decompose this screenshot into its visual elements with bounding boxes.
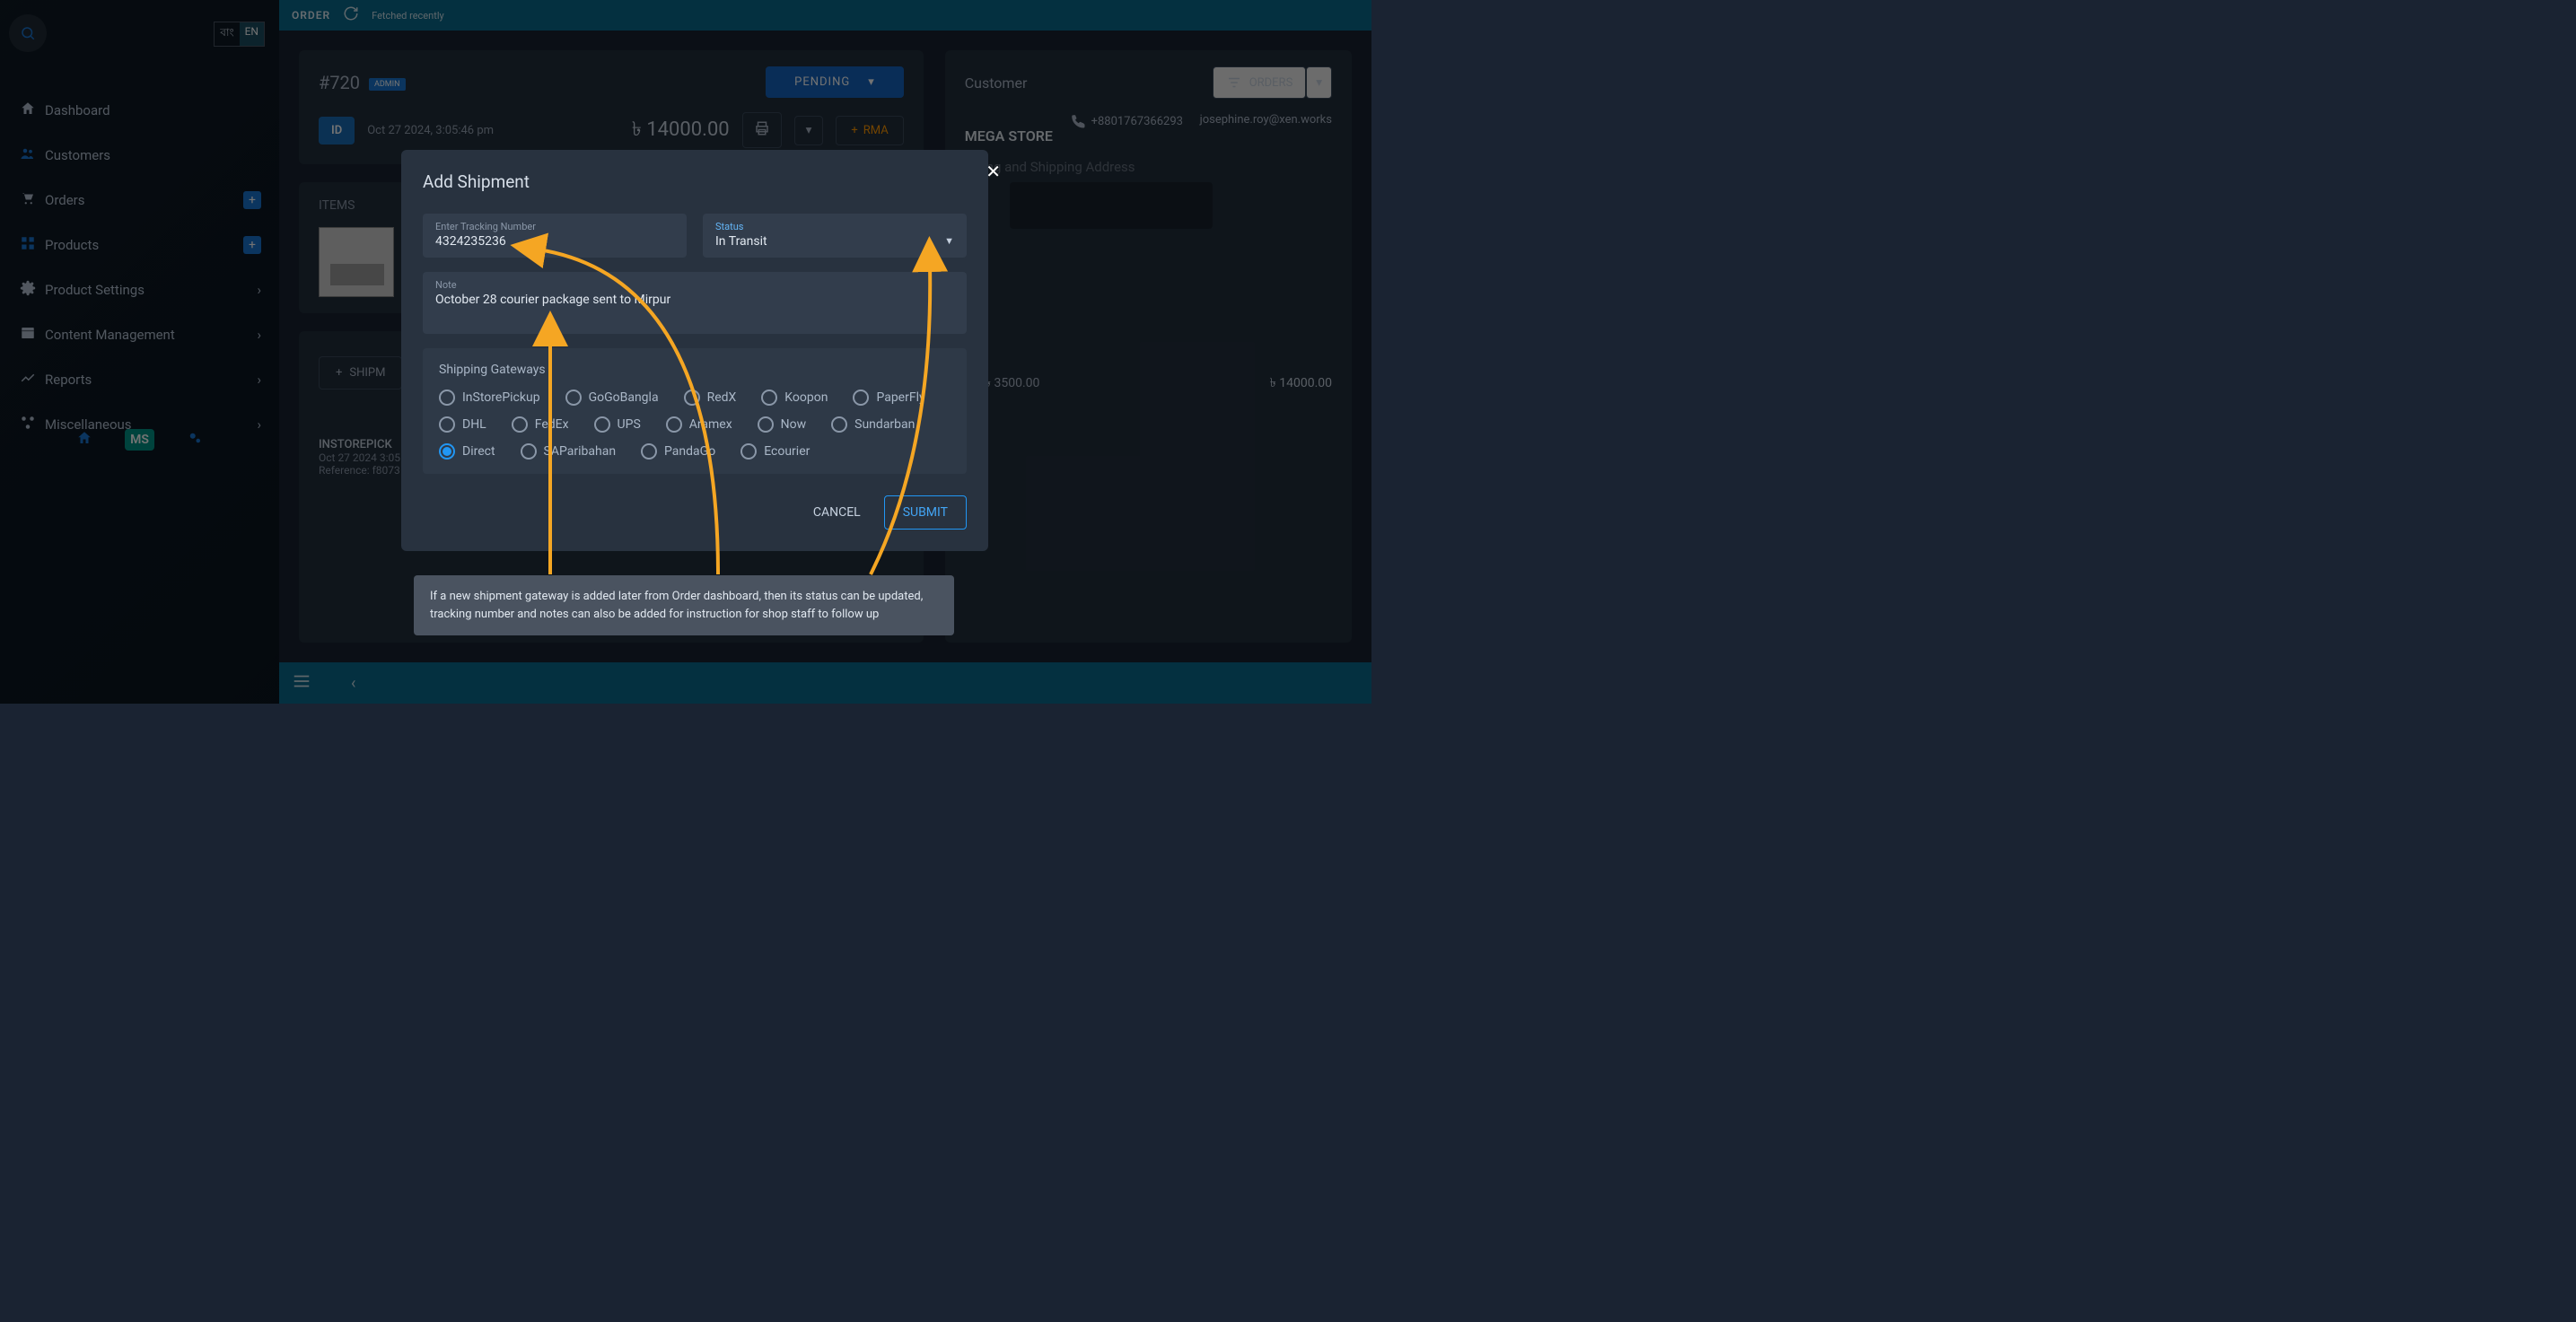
gateway-radio-dhl[interactable]: DHL xyxy=(439,416,486,433)
gateway-label: PaperFly xyxy=(876,390,924,405)
gateway-label: Koopon xyxy=(784,390,828,405)
tracking-number-field[interactable]: Enter Tracking Number 4324235236 xyxy=(423,214,687,258)
gateway-radio-now[interactable]: Now xyxy=(758,416,807,433)
gateway-label: Ecourier xyxy=(764,444,810,459)
status-field[interactable]: Status In Transit ▼ xyxy=(703,214,967,258)
shipping-gateways: Shipping Gateways InStorePickup GoGoBangl… xyxy=(423,348,967,474)
gateway-radio-gogobangla[interactable]: GoGoBangla xyxy=(565,390,659,406)
radio-icon xyxy=(512,416,528,433)
gateway-label: Sundarban xyxy=(854,417,915,432)
gateway-label: RedX xyxy=(707,390,737,405)
status-value: In Transit xyxy=(715,234,767,249)
gateway-label: Direct xyxy=(462,444,495,459)
gateway-radio-aramex[interactable]: Aramex xyxy=(666,416,732,433)
gateway-radio-ups[interactable]: UPS xyxy=(594,416,641,433)
gateways-title: Shipping Gateways xyxy=(439,363,951,377)
radio-icon xyxy=(439,390,455,406)
gateway-radio-sundarban[interactable]: Sundarban xyxy=(831,416,915,433)
chevron-down-icon: ▼ xyxy=(944,235,954,247)
gateway-radio-saparibahan[interactable]: SAParibahan xyxy=(521,443,617,460)
gateway-label: UPS xyxy=(618,417,641,432)
gateway-label: PandaGo xyxy=(664,444,715,459)
gateway-label: FedEx xyxy=(535,417,569,432)
radio-icon xyxy=(684,390,700,406)
radio-icon xyxy=(439,416,455,433)
gateway-label: SAParibahan xyxy=(544,444,617,459)
radio-icon xyxy=(758,416,774,433)
gateway-label: Aramex xyxy=(689,417,732,432)
tracking-label: Enter Tracking Number xyxy=(435,221,674,232)
gateway-label: Now xyxy=(781,417,807,432)
radio-icon xyxy=(641,443,657,460)
radio-icon xyxy=(666,416,682,433)
cancel-button[interactable]: CANCEL xyxy=(797,495,877,530)
gateway-radio-koopon[interactable]: Koopon xyxy=(761,390,828,406)
note-field[interactable]: Note October 28 courier package sent to … xyxy=(423,272,967,334)
gateway-radio-instorepickup[interactable]: InStorePickup xyxy=(439,390,540,406)
radio-icon xyxy=(740,443,757,460)
gateway-label: GoGoBangla xyxy=(589,390,659,405)
gateway-radio-ecourier[interactable]: Ecourier xyxy=(740,443,810,460)
gateway-radio-direct[interactable]: Direct xyxy=(439,443,495,460)
help-callout: If a new shipment gateway is added later… xyxy=(414,575,954,635)
gateway-label: DHL xyxy=(462,417,486,432)
note-label: Note xyxy=(435,279,954,291)
status-label: Status xyxy=(715,221,954,232)
modal-title: Add Shipment xyxy=(423,171,967,192)
gateway-radio-fedex[interactable]: FedEx xyxy=(512,416,569,433)
tracking-value: 4324235236 xyxy=(435,234,674,249)
radio-icon xyxy=(521,443,537,460)
radio-icon xyxy=(831,416,847,433)
note-value: October 28 courier package sent to Mirpu… xyxy=(435,293,954,307)
add-shipment-modal: ✕ Add Shipment Enter Tracking Number 432… xyxy=(401,150,988,551)
gateway-radio-redx[interactable]: RedX xyxy=(684,390,737,406)
gateway-radio-paperfly[interactable]: PaperFly xyxy=(853,390,924,406)
submit-button[interactable]: SUBMIT xyxy=(884,495,967,530)
gateway-radio-pandago[interactable]: PandaGo xyxy=(641,443,715,460)
gateway-label: InStorePickup xyxy=(462,390,540,405)
close-icon[interactable]: ✕ xyxy=(986,161,1001,182)
radio-icon xyxy=(594,416,610,433)
radio-icon xyxy=(761,390,777,406)
radio-icon xyxy=(439,443,455,460)
radio-icon xyxy=(565,390,582,406)
radio-icon xyxy=(853,390,869,406)
